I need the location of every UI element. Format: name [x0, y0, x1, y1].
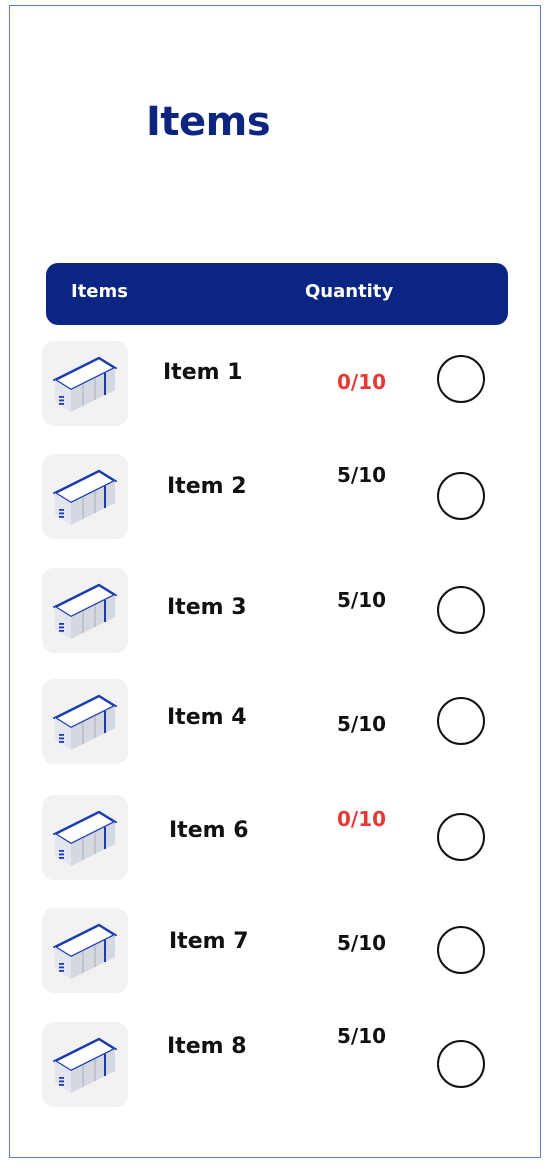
item-quantity: 5/10	[337, 1024, 387, 1048]
item-thumbnail	[42, 341, 128, 426]
item-name: Item 6	[169, 818, 249, 843]
column-header-quantity: Quantity	[305, 281, 394, 302]
item-thumbnail	[42, 1022, 128, 1107]
item-thumbnail	[42, 679, 128, 764]
row-select-checkbox[interactable]	[437, 1040, 485, 1088]
item-thumbnail	[42, 795, 128, 880]
container-box-icon	[52, 1037, 118, 1093]
item-quantity: 5/10	[337, 712, 387, 736]
row-select-checkbox[interactable]	[437, 813, 485, 861]
row-select-checkbox[interactable]	[437, 586, 485, 634]
container-box-icon	[52, 923, 118, 979]
item-name: Item 7	[169, 929, 249, 954]
page-title: Items	[146, 99, 271, 145]
container-box-icon	[52, 694, 118, 750]
table-header: Items Quantity	[46, 263, 508, 325]
item-thumbnail	[42, 454, 128, 539]
item-quantity: 5/10	[337, 463, 387, 487]
container-box-icon	[52, 810, 118, 866]
item-name: Item 4	[167, 705, 247, 730]
item-name: Item 8	[167, 1034, 247, 1059]
item-thumbnail	[42, 908, 128, 993]
item-quantity: 5/10	[337, 588, 387, 612]
item-name: Item 2	[167, 474, 247, 499]
item-thumbnail	[42, 568, 128, 653]
container-box-icon	[52, 469, 118, 525]
item-name: Item 1	[163, 360, 243, 385]
item-name: Item 3	[167, 595, 247, 620]
container-box-icon	[52, 356, 118, 412]
row-select-checkbox[interactable]	[437, 355, 485, 403]
item-quantity: 0/10	[337, 807, 387, 831]
row-select-checkbox[interactable]	[437, 697, 485, 745]
column-header-items: Items	[71, 281, 128, 302]
item-quantity: 0/10	[337, 370, 387, 394]
row-select-checkbox[interactable]	[437, 472, 485, 520]
container-box-icon	[52, 583, 118, 639]
item-quantity: 5/10	[337, 931, 387, 955]
row-select-checkbox[interactable]	[437, 926, 485, 974]
